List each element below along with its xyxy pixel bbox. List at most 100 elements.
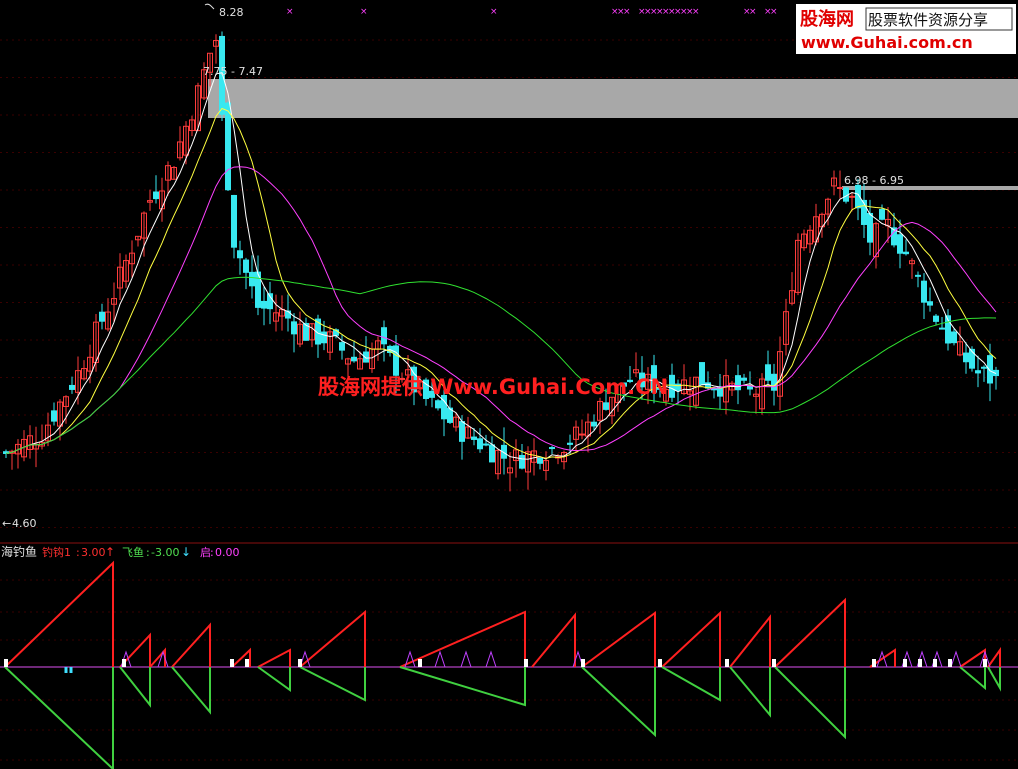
zone2-label: 6.98 - 6.95 xyxy=(844,174,904,187)
candle-body xyxy=(669,374,675,398)
indicator-title: 海钓鱼 xyxy=(1,544,37,559)
candle-body xyxy=(153,191,159,200)
candle-body xyxy=(261,300,267,309)
candle-body xyxy=(591,421,597,427)
candle-body xyxy=(849,195,855,198)
legend-hook-name: 钓钩1 xyxy=(42,545,71,559)
candle-body xyxy=(915,274,921,277)
candle-body xyxy=(963,352,969,363)
signal-bar xyxy=(983,659,987,667)
candle-body xyxy=(927,301,933,306)
signal-bar xyxy=(725,659,729,667)
candle-body xyxy=(981,366,987,369)
candle-body xyxy=(435,400,441,409)
candle-body xyxy=(237,250,243,259)
candle-body xyxy=(477,438,483,450)
candle-body xyxy=(51,410,57,422)
candle-body xyxy=(231,194,237,248)
candle-body xyxy=(951,331,957,344)
candle-body xyxy=(225,102,231,191)
candle-body xyxy=(537,457,543,464)
signal-bar xyxy=(903,659,907,667)
candle-body xyxy=(741,377,747,381)
arrow-down-icon: ↓ xyxy=(181,545,191,559)
cross-marker-icon: × xyxy=(360,7,368,17)
candle-body xyxy=(489,444,495,463)
logo-url: www.Guhai.com.cn xyxy=(801,33,973,52)
signal-bar xyxy=(524,659,528,667)
logo-name: 股海网 xyxy=(799,8,854,30)
candle-body xyxy=(483,443,489,446)
candle-body xyxy=(249,271,255,287)
low-price-label: 4.60 xyxy=(12,517,37,530)
signal-bar xyxy=(918,659,922,667)
svg-text::: : xyxy=(76,546,80,559)
candle-body xyxy=(699,362,705,386)
signal-bar xyxy=(948,659,952,667)
candle-body xyxy=(867,212,873,243)
candle-body xyxy=(771,373,777,391)
signal-bar xyxy=(298,659,302,667)
cross-marker-icon: × xyxy=(770,7,778,17)
candle-body xyxy=(459,421,465,442)
candle-body xyxy=(579,433,585,436)
legend-fish-value: -3.00 xyxy=(151,546,179,559)
cross-marker-icon: × xyxy=(623,7,631,17)
candle-body xyxy=(603,402,609,410)
high-price-label: 8.28 xyxy=(219,6,244,19)
signal-bar xyxy=(122,659,126,667)
legend-fish-name: 飞鱼 xyxy=(122,545,144,559)
signal-bar xyxy=(418,659,422,667)
candle-body xyxy=(99,311,105,322)
cross-marker-icon: × xyxy=(490,7,498,17)
candle-body xyxy=(765,364,771,381)
candle-body xyxy=(381,327,387,345)
arrow-up-icon: ↑ xyxy=(105,545,115,559)
signal-bar xyxy=(581,659,585,667)
candle-body xyxy=(933,315,939,322)
cross-marker-icon: × xyxy=(749,7,757,17)
candle-body xyxy=(351,356,357,362)
candle-body xyxy=(975,370,981,374)
candle-body xyxy=(321,331,327,344)
signal-bar-down xyxy=(64,667,68,673)
candle-body xyxy=(285,310,291,319)
logo-slogan: 股票软件资源分享 xyxy=(868,11,988,29)
cross-marker-icon: × xyxy=(286,7,294,17)
candle-body xyxy=(291,321,297,335)
candle-body xyxy=(735,375,741,391)
candle-body xyxy=(567,442,573,445)
legend-hook-value: 3.00 xyxy=(81,546,106,559)
stock-chart: × × × ××× ×××××××××× ×× ×× 8.28 7.75 - 7.47 6.… xyxy=(0,0,1018,769)
cross-marker-icon: × xyxy=(692,7,700,17)
watermark-text: 股海网提供 Www.Guhai.Com.CN xyxy=(318,375,668,399)
candle-body xyxy=(519,454,525,469)
candle-body xyxy=(339,342,345,351)
signal-bar xyxy=(245,659,249,667)
signal-bar xyxy=(658,659,662,667)
signal-bar xyxy=(4,659,8,667)
low-arrow-icon: ← xyxy=(2,517,11,530)
candle-body xyxy=(903,251,909,255)
candle-body xyxy=(471,436,477,440)
price-zone-1 xyxy=(208,79,1018,118)
signal-bar xyxy=(772,659,776,667)
signal-bar xyxy=(933,659,937,667)
candle-body xyxy=(393,345,399,376)
signal-bar xyxy=(230,659,234,667)
candle-body xyxy=(921,280,927,303)
candle-body xyxy=(747,385,753,390)
candle-body xyxy=(549,447,555,450)
site-logo: 股海网 股票软件资源分享 www.Guhai.com.cn xyxy=(796,4,1016,54)
signal-bar-down xyxy=(69,667,73,673)
svg-text::: : xyxy=(146,546,150,559)
candle-body xyxy=(243,259,249,273)
legend-start-value: 0.00 xyxy=(215,546,240,559)
candle-body xyxy=(879,208,885,220)
candle-body xyxy=(897,234,903,254)
signal-bar xyxy=(872,659,876,667)
zone1-label: 7.75 - 7.47 xyxy=(203,65,263,78)
candle-body xyxy=(939,327,945,330)
candle-body xyxy=(69,384,75,390)
candle-body xyxy=(987,355,993,384)
